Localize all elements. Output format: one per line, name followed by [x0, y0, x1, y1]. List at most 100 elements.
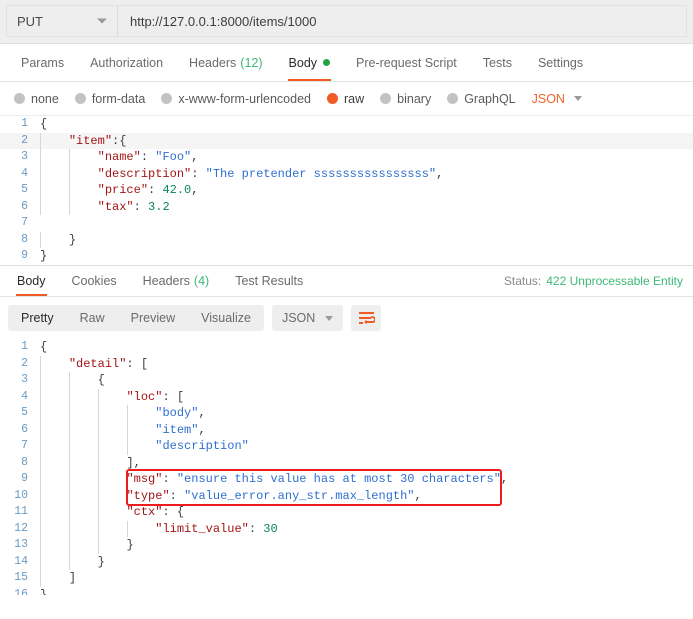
body-type-raw-label: raw	[344, 92, 364, 106]
code-text: "name": "Foo",	[38, 149, 693, 166]
indent-guide	[98, 471, 99, 488]
code-text: "ctx": {	[38, 504, 693, 521]
tab-headers-label: Headers	[189, 56, 236, 70]
indent-guide	[69, 199, 70, 216]
http-method-select[interactable]: PUT	[6, 5, 118, 37]
response-tab-test-results-label: Test Results	[235, 274, 303, 288]
indent-guide	[98, 521, 99, 538]
indent-guide	[69, 166, 70, 183]
body-type-raw[interactable]: raw	[327, 92, 364, 106]
tab-body[interactable]: Body	[276, 44, 344, 81]
code-text: "body",	[38, 405, 693, 422]
body-type-radio-row: none form-data x-www-form-urlencoded raw…	[0, 82, 693, 115]
indent-guide	[127, 405, 128, 422]
line-number: 14	[0, 554, 38, 571]
request-url-input[interactable]: http://127.0.0.1:8000/items/1000	[118, 5, 687, 37]
code-text: "item",	[38, 422, 693, 439]
response-tab-bar: Body Cookies Headers (4) Test Results St…	[0, 265, 693, 297]
response-tab-test-results[interactable]: Test Results	[222, 266, 316, 296]
tab-tests-label: Tests	[483, 56, 512, 70]
body-type-binary[interactable]: binary	[380, 92, 431, 106]
code-line: 5 "body",	[0, 405, 693, 422]
request-format-select[interactable]: JSON	[532, 92, 582, 106]
code-line: 10 "type": "value_error.any_str.max_leng…	[0, 488, 693, 505]
indent-guide	[40, 166, 41, 183]
line-number: 13	[0, 537, 38, 554]
tab-authorization[interactable]: Authorization	[77, 44, 176, 81]
response-format-select[interactable]: JSON	[272, 305, 343, 331]
code-text	[38, 215, 693, 232]
response-status-label: Status:	[504, 274, 541, 288]
indent-guide	[98, 488, 99, 505]
code-text: }	[38, 232, 693, 249]
body-type-none[interactable]: none	[14, 92, 59, 106]
response-tab-headers-count: (4)	[194, 274, 209, 288]
indent-guide	[69, 504, 70, 521]
indent-guide	[98, 422, 99, 439]
line-number: 5	[0, 405, 38, 422]
code-line: 3 {	[0, 372, 693, 389]
code-line: 3 "name": "Foo",	[0, 149, 693, 166]
code-line: 4 "loc": [	[0, 389, 693, 406]
response-tab-body[interactable]: Body	[4, 266, 59, 296]
request-format-label: JSON	[532, 92, 565, 106]
tab-tests[interactable]: Tests	[470, 44, 525, 81]
indent-guide	[98, 438, 99, 455]
code-text: "type": "value_error.any_str.max_length"…	[38, 488, 693, 505]
tab-pre-request-script[interactable]: Pre-request Script	[343, 44, 470, 81]
line-number: 9	[0, 471, 38, 488]
response-body-viewer[interactable]: 1{2 "detail": [3 {4 "loc": [5 "body",6 "…	[0, 339, 693, 595]
indent-guide	[98, 389, 99, 406]
indent-guide	[40, 422, 41, 439]
code-text: {	[38, 372, 693, 389]
line-number: 6	[0, 422, 38, 439]
code-text: }	[38, 587, 693, 596]
response-tab-headers[interactable]: Headers (4)	[130, 266, 223, 296]
request-body-editor[interactable]: 1{2 "item":{3 "name": "Foo",4 "descripti…	[0, 115, 693, 265]
response-view-toolbar: Pretty Raw Preview Visualize JSON	[0, 297, 693, 339]
indent-guide	[40, 488, 41, 505]
view-mode-preview-label: Preview	[131, 311, 175, 325]
indent-guide	[69, 521, 70, 538]
code-line: 12 "limit_value": 30	[0, 521, 693, 538]
wrap-text-button[interactable]	[351, 305, 381, 331]
chevron-down-icon	[97, 19, 107, 24]
code-text: "item":{	[38, 133, 693, 150]
toolbar-spacer	[316, 266, 504, 296]
indent-guide	[69, 438, 70, 455]
body-type-form-data[interactable]: form-data	[75, 92, 146, 106]
code-line: 11 "ctx": {	[0, 504, 693, 521]
indent-guide	[69, 488, 70, 505]
view-mode-pretty[interactable]: Pretty	[8, 305, 67, 331]
indent-guide	[40, 182, 41, 199]
code-text: "msg": "ensure this value has at most 30…	[38, 471, 693, 488]
response-status-value: 422 Unprocessable Entity	[546, 274, 683, 288]
view-mode-raw[interactable]: Raw	[67, 305, 118, 331]
indent-guide	[40, 537, 41, 554]
line-number: 2	[0, 356, 38, 373]
code-line: 2 "detail": [	[0, 356, 693, 373]
tab-params[interactable]: Params	[8, 44, 77, 81]
line-number: 3	[0, 149, 38, 166]
tab-body-label: Body	[289, 56, 318, 70]
code-line: 5 "price": 42.0,	[0, 182, 693, 199]
indent-guide	[98, 405, 99, 422]
indent-guide	[69, 389, 70, 406]
body-type-graphql[interactable]: GraphQL	[447, 92, 515, 106]
line-number: 1	[0, 116, 38, 133]
body-type-urlencoded[interactable]: x-www-form-urlencoded	[161, 92, 311, 106]
code-line: 8 }	[0, 232, 693, 249]
view-mode-visualize-label: Visualize	[201, 311, 251, 325]
line-number: 11	[0, 504, 38, 521]
indent-guide	[69, 422, 70, 439]
radio-selected-icon	[327, 93, 338, 104]
response-tab-cookies[interactable]: Cookies	[59, 266, 130, 296]
indent-guide	[69, 471, 70, 488]
indent-guide	[69, 149, 70, 166]
tab-settings[interactable]: Settings	[525, 44, 596, 81]
line-number: 8	[0, 455, 38, 472]
view-mode-preview[interactable]: Preview	[118, 305, 188, 331]
tab-headers[interactable]: Headers (12)	[176, 44, 275, 81]
view-mode-visualize[interactable]: Visualize	[188, 305, 264, 331]
response-status: Status: 422 Unprocessable Entity	[504, 266, 693, 296]
